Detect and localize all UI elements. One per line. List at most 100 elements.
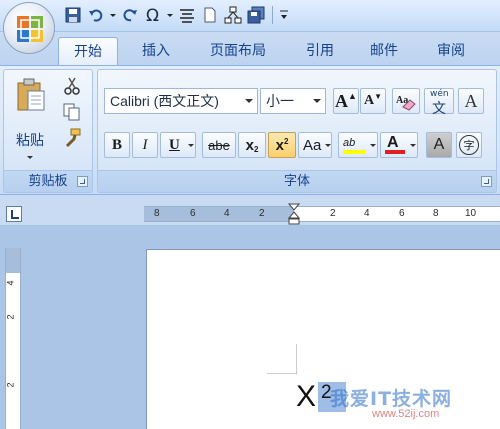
ribbon-tabs: 开始 插入 页面布局 引用 邮件 审阅 xyxy=(0,32,500,66)
enclose-circle-icon: 字 xyxy=(459,135,479,155)
ruler-number: 4 xyxy=(224,208,230,219)
horizontal-ruler[interactable]: 8 6 4 2 2 4 6 8 10 xyxy=(144,203,500,225)
office-logo-icon xyxy=(17,16,43,42)
grow-font-button[interactable]: A ▲ xyxy=(333,88,359,114)
subscript-label: x xyxy=(245,136,254,154)
ruler-number: 8 xyxy=(433,208,439,219)
chevron-down-icon xyxy=(245,99,253,103)
font-group-label: 字体 xyxy=(98,170,496,192)
new-document-button[interactable] xyxy=(199,4,221,26)
phonetic-guide-button[interactable]: wén 文 xyxy=(424,88,454,117)
paste-label: 粘贴 xyxy=(16,133,44,149)
grow-arrow-icon: ▲ xyxy=(348,91,357,101)
clipboard-group: 粘贴 剪贴板 xyxy=(3,69,93,193)
align-icon xyxy=(180,9,194,23)
italic-button[interactable]: I xyxy=(132,132,158,158)
underline-button[interactable]: U xyxy=(160,132,196,158)
tab-page-layout[interactable]: 页面布局 xyxy=(196,37,280,66)
ruler-number: 2 xyxy=(330,208,336,219)
redo-button[interactable] xyxy=(119,4,141,26)
ribbon: 粘贴 剪贴板 Calibri (西文正文) 小一 A ▲ A ▼ Aa wén … xyxy=(0,65,500,195)
omega-icon: Ω xyxy=(146,6,159,24)
quick-access-toolbar: Ω xyxy=(62,3,290,27)
undo-icon xyxy=(89,9,103,22)
character-border-button[interactable]: A xyxy=(458,88,484,114)
tab-references[interactable]: 引用 xyxy=(292,37,348,66)
clear-formatting-button[interactable]: Aa xyxy=(392,88,420,114)
save-button[interactable] xyxy=(62,4,84,26)
bold-button[interactable]: B xyxy=(104,132,130,158)
highlight-label: ab xyxy=(343,137,356,149)
font-launcher-button[interactable] xyxy=(481,176,492,187)
format-painter-button[interactable] xyxy=(62,128,84,150)
chevron-down-icon xyxy=(370,144,376,147)
new-document-icon xyxy=(204,7,216,23)
superscript-label: x xyxy=(275,136,284,154)
phonetic-char-label: 文 xyxy=(432,101,446,117)
superscript-button[interactable]: x2 xyxy=(268,132,296,158)
indent-marker-icon[interactable] xyxy=(288,203,300,225)
customize-icon xyxy=(280,10,288,19)
tab-insert[interactable]: 插入 xyxy=(128,37,184,66)
strikethrough-button[interactable]: abe xyxy=(202,132,236,158)
save-all-icon xyxy=(247,6,265,24)
strikethrough-label: abe xyxy=(208,137,230,153)
character-shading-label: A xyxy=(433,136,445,153)
highlight-button[interactable]: ab xyxy=(338,132,378,158)
ruler-margin xyxy=(6,248,20,273)
subscript-mark: 2 xyxy=(253,144,259,154)
highlight-color-bar xyxy=(343,150,365,154)
character-border-label: A xyxy=(464,90,478,111)
font-name-combo[interactable]: Calibri (西文正文) xyxy=(104,88,258,114)
toolbar-separator xyxy=(272,6,273,24)
chevron-down-icon xyxy=(188,144,194,147)
tab-stop-selector[interactable] xyxy=(6,206,22,222)
cut-button[interactable] xyxy=(62,76,84,98)
office-button[interactable] xyxy=(3,2,55,54)
change-case-label: Aa xyxy=(303,136,322,154)
align-button[interactable] xyxy=(176,4,198,26)
tab-home[interactable]: 开始 xyxy=(58,37,118,66)
org-chart-icon xyxy=(224,6,242,24)
change-case-button[interactable]: Aa xyxy=(298,132,332,158)
underline-label: U xyxy=(169,136,180,153)
subscript-button[interactable]: x2 xyxy=(238,132,266,158)
save-all-button[interactable] xyxy=(245,4,267,26)
paste-icon xyxy=(17,78,45,111)
ruler-number: 4 xyxy=(5,280,16,286)
font-group: Calibri (西文正文) 小一 A ▲ A ▼ Aa wén 文 A B I… xyxy=(97,69,497,193)
clipboard-launcher-button[interactable] xyxy=(77,176,88,187)
ruler-number: 2 xyxy=(259,208,265,219)
font-color-button[interactable]: A xyxy=(380,132,418,158)
tab-review[interactable]: 审阅 xyxy=(421,37,481,66)
symbol-dropdown[interactable] xyxy=(165,4,175,26)
shrink-arrow-icon: ▼ xyxy=(374,91,383,101)
document-text-base[interactable]: X xyxy=(296,380,316,414)
tab-mailings[interactable]: 邮件 xyxy=(356,37,412,66)
smartart-button[interactable] xyxy=(222,4,244,26)
undo-dropdown[interactable] xyxy=(108,4,118,26)
font-size-value: 小一 xyxy=(266,93,294,109)
paste-button[interactable]: 粘贴 xyxy=(10,74,50,162)
chevron-down-icon xyxy=(167,13,173,17)
shrink-font-button[interactable]: A ▼ xyxy=(360,88,386,114)
enclose-characters-button[interactable]: 字 xyxy=(456,132,482,158)
chevron-down-icon xyxy=(110,13,116,17)
customize-toolbar-button[interactable] xyxy=(278,4,290,26)
font-size-combo[interactable]: 小一 xyxy=(260,88,326,114)
copy-button[interactable] xyxy=(62,102,84,124)
character-shading-button[interactable]: A xyxy=(426,132,452,158)
chevron-down-icon xyxy=(313,99,321,103)
symbol-button[interactable]: Ω xyxy=(142,4,164,26)
watermark-url: www.52ij.com xyxy=(372,408,440,420)
grow-font-label: A xyxy=(335,90,349,111)
ruler-margin xyxy=(144,207,294,221)
scissors-icon xyxy=(64,77,80,95)
ruler-number: 2 xyxy=(5,382,16,388)
vertical-ruler[interactable]: 4 2 2 xyxy=(5,248,21,429)
save-icon xyxy=(65,7,81,23)
italic-label: I xyxy=(142,136,148,153)
undo-button[interactable] xyxy=(85,4,107,26)
ruler-number: 6 xyxy=(399,208,405,219)
watermark-text: 我爱IT技术网 xyxy=(330,388,453,410)
